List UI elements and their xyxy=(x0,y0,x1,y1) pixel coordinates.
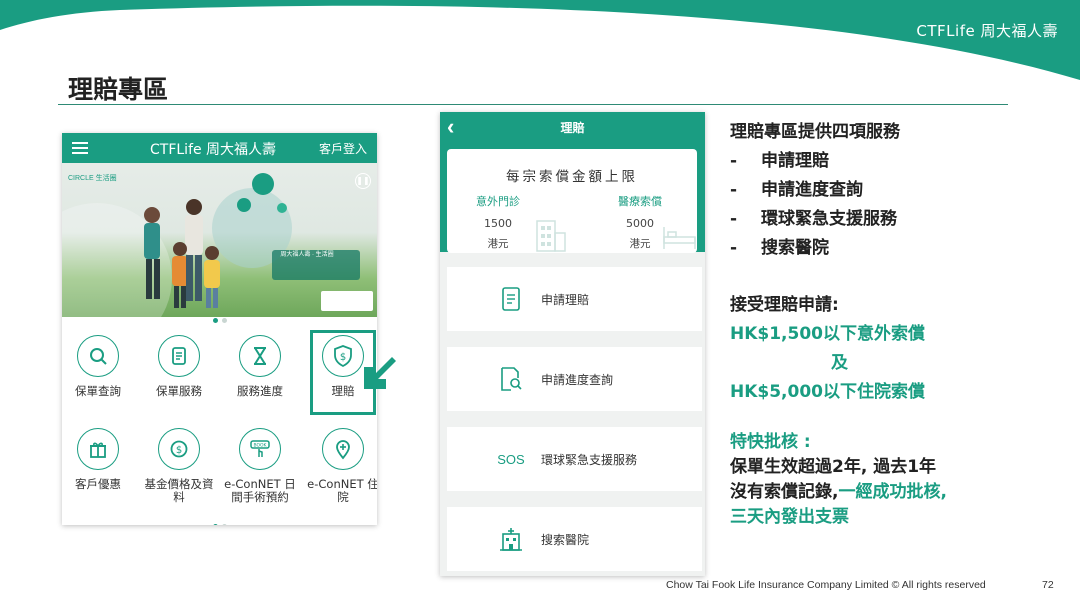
accept-and: 及 xyxy=(831,353,848,373)
document-icon xyxy=(158,335,200,377)
limit-unit: 港元 xyxy=(487,238,509,250)
limit-title: 每宗索償金額上限 xyxy=(506,169,638,185)
menu-label: 客戶優惠 xyxy=(75,477,121,491)
footer-copyright: Chow Tai Fook Life Insurance Company Lim… xyxy=(666,579,986,591)
services-summary: 理賠專區提供四項服務 - 申請理賠 - 申請進度查詢 - 環球緊急支援服務 - 搜索醫院 xyxy=(730,118,1050,263)
login-link[interactable]: 客戶登入 xyxy=(319,140,367,157)
page-number: 72 xyxy=(1042,579,1054,591)
location-pin-icon xyxy=(322,428,364,470)
services-list: - 申請理賠 - 申請進度查詢 - 環球緊急支援服務 - 搜索醫院 xyxy=(730,147,1050,263)
menu-policy-service[interactable]: 保單服務 xyxy=(140,335,218,398)
limit-heading: 意外門診 xyxy=(476,195,520,208)
claim-acceptance: 接受理賠申請: HK$1,500以下意外索償 及 HK$5,000以下住院索償 xyxy=(730,291,1050,407)
bed-icon xyxy=(663,227,696,249)
fast-condition-3: 三天內發出支票 xyxy=(730,507,849,527)
fast-condition-2: 沒有索償記錄,一經成功批核, xyxy=(730,482,947,502)
limit-amount: 1500 xyxy=(484,217,512,230)
building-icon xyxy=(536,220,566,252)
menu-label: e-ConNET 住院 xyxy=(307,477,377,504)
document-search-icon xyxy=(489,366,533,392)
menu-label: e-ConNET 日間手術預約 xyxy=(224,477,296,504)
sos-icon-text: SOS xyxy=(497,451,525,467)
promo-banner[interactable]: CIRCLE 生活圈 ❚❚ 周大福人壽 · 生活圈 xyxy=(62,163,377,317)
pause-icon[interactable]: ❚❚ xyxy=(355,173,371,189)
document-icon xyxy=(489,286,533,312)
banner-tagline: 周大福人壽 · 生活圈 xyxy=(280,252,334,258)
menu-hospital[interactable]: e-ConNET 住院 xyxy=(304,428,377,504)
search-icon xyxy=(77,335,119,377)
service-claim-progress[interactable]: 申請進度查詢 xyxy=(447,347,702,411)
service-apply-claim[interactable]: 申請理賠 xyxy=(447,267,702,331)
menu-policy-inquiry[interactable]: 保單查詢 xyxy=(62,335,137,398)
accept-heading: 接受理賠申請: xyxy=(730,295,839,315)
menu-fund-price[interactable]: $ 基金價格及資料 xyxy=(140,428,218,504)
menu-label: 服務進度 xyxy=(237,384,283,398)
list-item: - 搜索醫院 xyxy=(730,238,829,258)
service-global-emergency[interactable]: SOS 環球緊急支援服務 xyxy=(447,427,702,491)
list-item: - 環球緊急支援服務 xyxy=(730,209,897,229)
accept-accident: HK$1,500以下意外索償 xyxy=(730,324,926,344)
list-item: - 申請理賠 xyxy=(730,151,829,171)
gift-icon xyxy=(77,428,119,470)
service-label: 環球緊急支援服務 xyxy=(541,452,638,467)
title-divider xyxy=(58,104,1008,105)
fast-condition-1: 保單生效超過2年, 過去1年 xyxy=(730,457,937,477)
phone-home-screenshot: CTFLife 周大福人壽 客戶登入 CIRCLE 生活圈 ❚❚ 周大福人壽 ·… xyxy=(62,133,377,525)
touch-book-icon: BOOK xyxy=(239,428,281,470)
banner-pagination xyxy=(62,310,377,328)
accept-hospital: HK$5,000以下住院索償 xyxy=(730,382,926,402)
list-item: - 申請進度查詢 xyxy=(730,180,863,200)
service-label: 申請進度查詢 xyxy=(541,372,614,387)
menu-pagination xyxy=(62,516,377,525)
svg-text:$: $ xyxy=(176,445,182,456)
claims-title: 理賠 xyxy=(560,121,585,135)
hourglass-icon xyxy=(239,335,281,377)
service-search-hospital[interactable]: 搜索醫院 xyxy=(447,507,702,571)
app-brand: CTFLife 周大福人壽 xyxy=(150,142,277,158)
brand-logo: CTFLife 周大福人壽 xyxy=(916,22,1058,40)
limit-heading: 醫療索償 xyxy=(618,195,662,208)
banner-logo xyxy=(321,291,373,311)
claim-limit-card: 每宗索償金額上限 意外門診 1500 港元 醫療索償 5000 港元 xyxy=(447,149,697,253)
menu-label: 基金價格及資料 xyxy=(144,477,214,504)
pointer-arrow-icon xyxy=(364,357,396,389)
menu-icon[interactable] xyxy=(72,142,88,154)
menu-label: 保單查詢 xyxy=(75,384,121,398)
service-label: 搜索醫院 xyxy=(541,532,590,547)
menu-day-surgery[interactable]: BOOK e-ConNET 日間手術預約 xyxy=(221,428,299,504)
family-photo xyxy=(144,199,220,308)
slide-title: 理賠專區 xyxy=(68,75,169,104)
service-label: 申請理賠 xyxy=(541,292,590,307)
circle-logo: CIRCLE 生活圈 xyxy=(68,175,117,182)
svg-text:BOOK: BOOK xyxy=(253,443,267,449)
menu-customer-offers[interactable]: 客戶優惠 xyxy=(62,428,137,491)
fast-heading: 特快批核 : xyxy=(730,432,811,452)
menu-label: 保單服務 xyxy=(156,384,202,398)
fast-approval: 特快批核 : 保單生效超過2年, 過去1年 沒有索償記錄,一經成功批核, 三天內… xyxy=(730,430,1050,530)
hospital-icon xyxy=(489,526,533,552)
sos-icon: SOS xyxy=(489,452,533,467)
phone-claims-screenshot: ‹ 理賠 每宗索償金額上限 意外門診 1500 港元 醫療索償 5000 港元 … xyxy=(440,112,705,576)
dollar-coin-icon: $ xyxy=(158,428,200,470)
menu-service-progress[interactable]: 服務進度 xyxy=(221,335,299,398)
services-heading: 理賠專區提供四項服務 xyxy=(730,122,900,142)
app-header: CTFLife 周大福人壽 客戶登入 xyxy=(62,133,377,163)
limit-accident: 意外門診 1500 港元 xyxy=(463,193,533,251)
